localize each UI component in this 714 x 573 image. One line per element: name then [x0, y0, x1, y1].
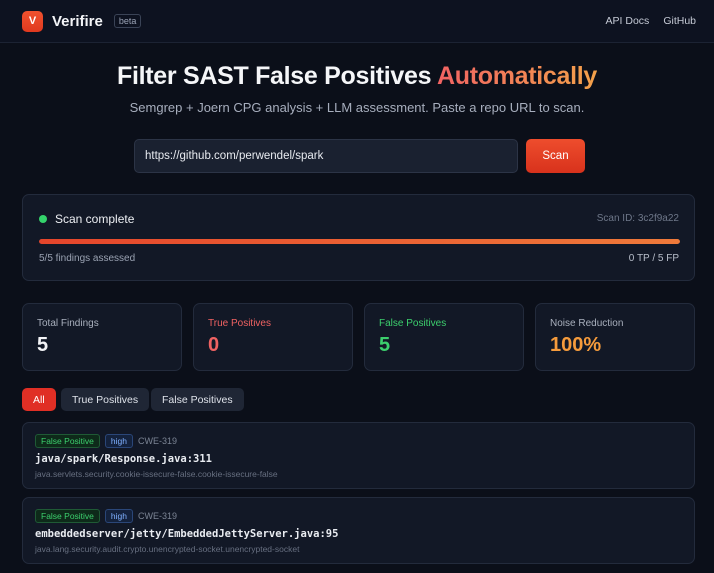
stat-noise-reduction: Noise Reduction 100%: [535, 303, 695, 371]
stat-total-findings: Total Findings 5: [22, 303, 182, 371]
page-subtitle: Semgrep + Joern CPG analysis + LLM asses…: [129, 100, 585, 115]
tp-fp-summary: 0 TP / 5 FP: [628, 253, 679, 264]
finding-path: embeddedserver/jetty/EmbeddedJettyServer…: [35, 528, 339, 540]
top-nav: API Docs GitHub: [606, 15, 696, 27]
filter-false-positives-button[interactable]: False Positives: [151, 388, 244, 411]
brand[interactable]: V Verifire beta: [22, 10, 142, 32]
filter-all-button[interactable]: All: [22, 388, 56, 411]
cwe-label: CWE-319: [138, 511, 178, 521]
cwe-label: CWE-319: [138, 436, 178, 446]
finding-card[interactable]: False Positive high CWE-319 embeddedserv…: [22, 497, 695, 564]
severity-badge: high: [104, 434, 133, 448]
stat-value: 100%: [550, 334, 602, 356]
finding-card[interactable]: False Positive high CWE-319 java/spark/R…: [22, 422, 695, 489]
stat-true-positives: True Positives 0: [193, 303, 353, 371]
verdict-badge: False Positive: [35, 434, 100, 448]
repo-url-input[interactable]: [134, 139, 518, 173]
severity-badge: high: [104, 509, 133, 523]
stat-label: Total Findings: [37, 318, 99, 329]
progress-bar: [39, 239, 680, 244]
finding-badges: False Positive high CWE-319: [35, 434, 177, 448]
scan-status-card: Scan complete Scan ID: 3c2f9a22 5/5 find…: [22, 194, 695, 281]
scan-id: Scan ID: 3c2f9a22: [596, 213, 679, 224]
stat-false-positives: False Positives 5: [364, 303, 524, 371]
nav-api-docs-link[interactable]: API Docs: [606, 15, 650, 27]
stat-label: False Positives: [379, 318, 447, 329]
filter-true-positives-button[interactable]: True Positives: [61, 388, 150, 411]
page-title: Filter SAST False Positives Automaticall…: [0, 62, 714, 91]
nav-github-link[interactable]: GitHub: [663, 15, 696, 27]
brand-name: Verifire: [52, 12, 103, 30]
stat-value: 5: [37, 334, 49, 356]
logo-icon: V: [22, 10, 43, 32]
status-dot-icon: [39, 215, 47, 223]
title-accent: Automatically: [436, 62, 597, 90]
finding-path: java/spark/Response.java:311: [35, 453, 213, 465]
top-bar: V Verifire beta API Docs GitHub: [0, 0, 714, 43]
finding-rule: java.servlets.security.cookie-issecure-f…: [35, 469, 278, 479]
verdict-badge: False Positive: [35, 509, 100, 523]
stat-label: True Positives: [208, 318, 271, 329]
finding-badges: False Positive high CWE-319: [35, 509, 177, 523]
stat-label: Noise Reduction: [550, 318, 624, 329]
stat-value: 5: [379, 334, 391, 356]
finding-rule: java.lang.security.audit.crypto.unencryp…: [35, 544, 300, 554]
stat-value: 0: [208, 334, 220, 356]
progress-bar-fill: [39, 239, 680, 244]
status-label: Scan complete: [55, 212, 135, 226]
scan-button[interactable]: Scan: [526, 139, 585, 173]
beta-badge: beta: [113, 14, 142, 28]
title-main: Filter SAST False Positives: [117, 62, 437, 90]
findings-assessed: 5/5 findings assessed: [39, 253, 136, 264]
